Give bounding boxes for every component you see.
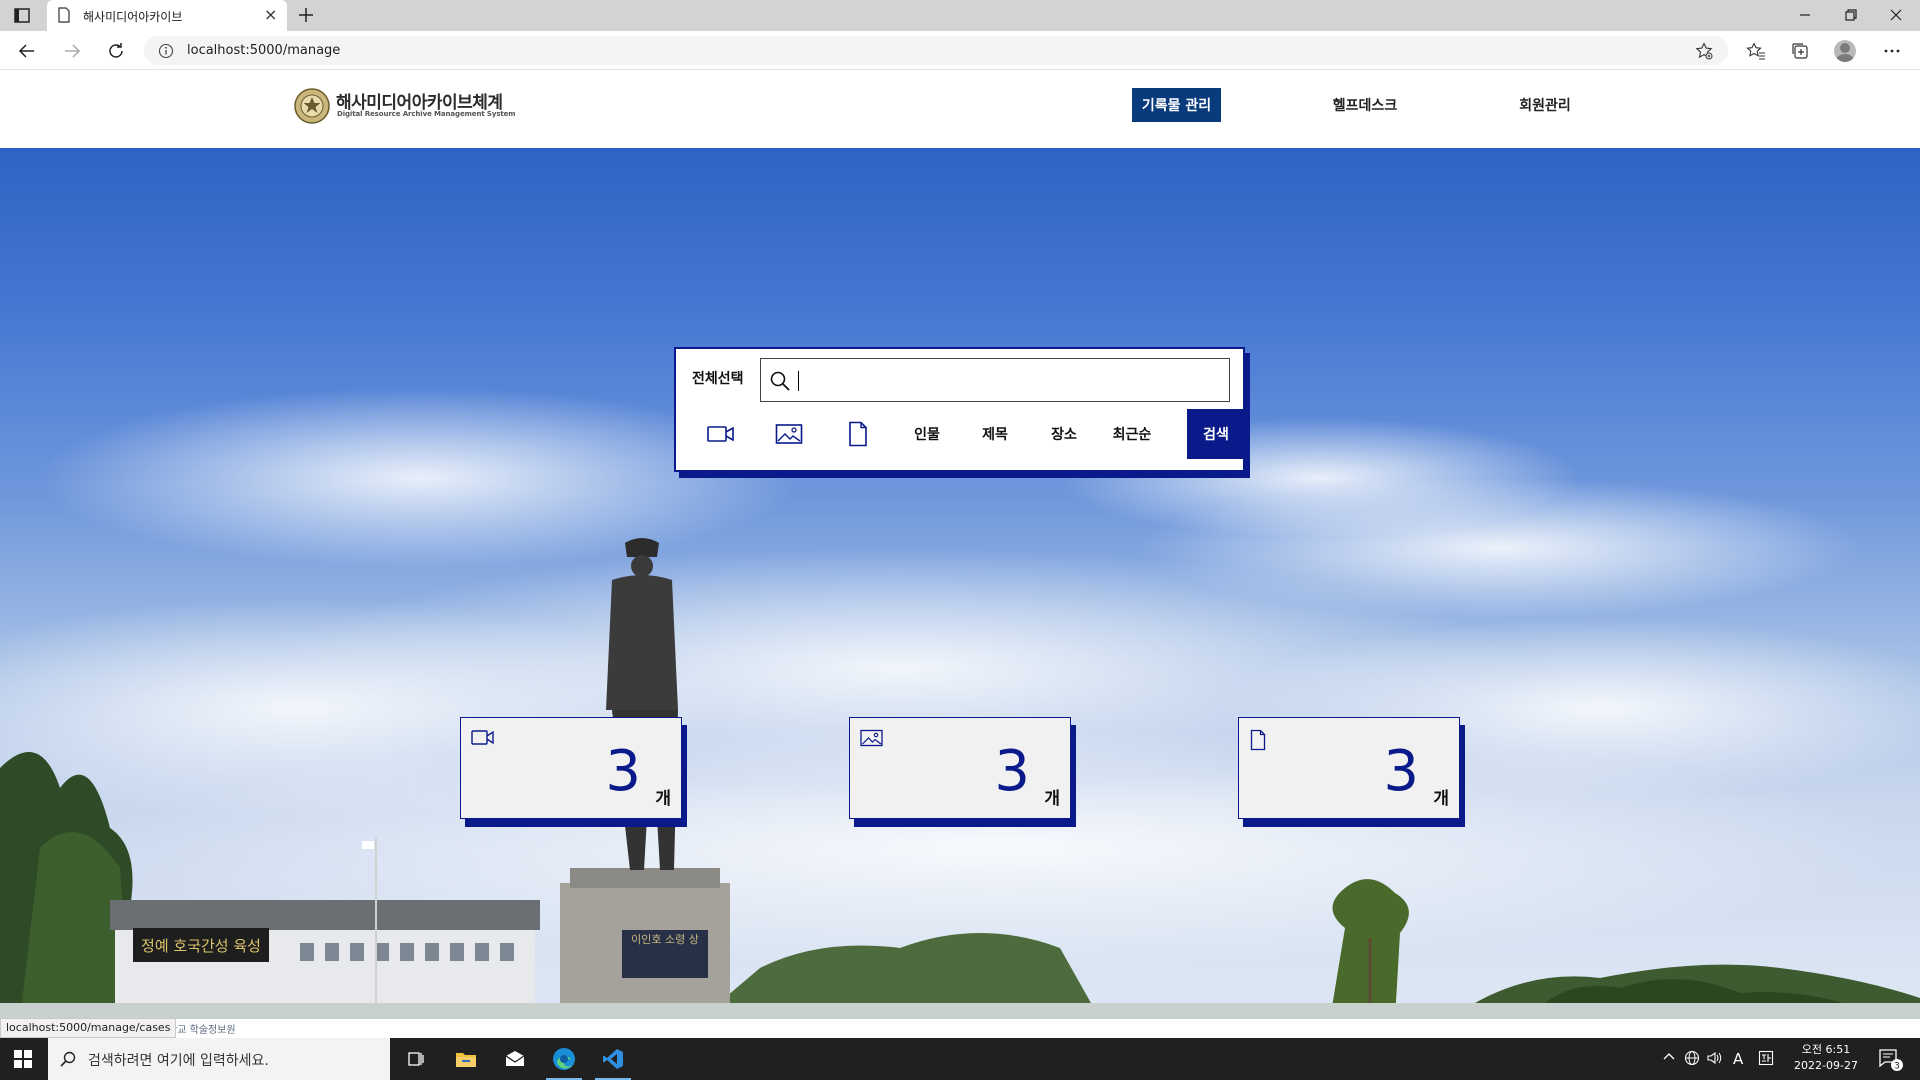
minimize-icon[interactable]: [1795, 5, 1815, 25]
video-icon: [471, 729, 495, 747]
browser-tab[interactable]: 해사미디어아카이브 ×: [47, 0, 287, 31]
document-icon: [847, 421, 869, 447]
new-tab-icon[interactable]: [296, 5, 316, 25]
search-button[interactable]: 검색: [1187, 409, 1245, 459]
document-count: 3: [1383, 739, 1419, 804]
restore-icon[interactable]: [1841, 5, 1861, 25]
campus-scene-image: 정예 호국간성 육성 이인호 소령 상: [0, 388, 1920, 1019]
image-icon: [775, 423, 803, 445]
notification-count: 3: [1894, 1062, 1900, 1072]
image-count-card[interactable]: 3 개: [849, 717, 1071, 819]
filter-person[interactable]: 인물: [898, 409, 956, 459]
reload-icon[interactable]: [106, 41, 126, 61]
clock-time: 오전 6:51: [1801, 1043, 1851, 1056]
favorite-add-icon[interactable]: [1694, 41, 1714, 61]
status-url: localhost:5000/manage/cases: [0, 1018, 177, 1038]
collections-icon[interactable]: [1790, 41, 1810, 61]
document-count-card[interactable]: 3 개: [1238, 717, 1460, 819]
filter-row: 인물 제목 장소 최근순 검색: [692, 409, 1245, 459]
image-icon: [860, 729, 884, 747]
favorites-icon[interactable]: [1746, 41, 1766, 61]
tab-title: 해사미디어아카이브: [83, 10, 183, 24]
filter-location[interactable]: 장소: [1035, 409, 1093, 459]
network-icon[interactable]: [1684, 1050, 1700, 1066]
ime-korean-icon[interactable]: [1758, 1050, 1774, 1066]
tab-actions-icon[interactable]: [12, 7, 34, 25]
search-icon: [60, 1051, 76, 1067]
academy-emblem-icon[interactable]: [293, 87, 331, 125]
menu-records-management[interactable]: 기록물 관리: [1132, 88, 1221, 122]
menu-member-management[interactable]: 회원관리: [1500, 88, 1590, 122]
filter-recent[interactable]: 최근순: [1103, 409, 1161, 459]
back-icon[interactable]: [17, 41, 37, 61]
count-unit: 개: [655, 789, 671, 809]
text-caret: [798, 371, 799, 391]
count-unit: 개: [1433, 789, 1449, 809]
filter-image[interactable]: [760, 409, 818, 459]
page-icon: [57, 7, 71, 23]
address-bar[interactable]: localhost:5000/manage: [144, 36, 1728, 65]
search-input[interactable]: [760, 358, 1230, 402]
notification-center-icon[interactable]: 3: [1878, 1048, 1904, 1072]
image-count: 3: [994, 739, 1030, 804]
ime-mode-indicator[interactable]: A: [1733, 1050, 1743, 1068]
close-window-icon[interactable]: [1886, 5, 1906, 25]
clock-date: 2022-09-27: [1794, 1059, 1858, 1072]
url-text: localhost:5000/manage: [187, 43, 341, 58]
search-icon: [769, 370, 791, 392]
site-header: 해사미디어아카이브체계 Digital Resource Archive Man…: [0, 70, 1920, 148]
taskbar-search-box[interactable]: 검색하려면 여기에 입력하세요.: [48, 1038, 390, 1080]
hero-background: 정예 호국간성 육성 이인호 소령 상 전체선택 인물 제목 장소 최근순 검색…: [0, 148, 1920, 1019]
system-clock[interactable]: 오전 6:51 2022-09-27: [1791, 1042, 1861, 1074]
windows-start-icon[interactable]: [14, 1050, 32, 1068]
video-count-card[interactable]: 3 개: [460, 717, 682, 819]
site-info-icon[interactable]: [158, 43, 174, 59]
edge-browser-icon[interactable]: [540, 1038, 588, 1080]
search-panel: 전체선택 인물 제목 장소 최근순 검색: [674, 347, 1245, 472]
vscode-icon[interactable]: [589, 1038, 637, 1080]
show-hidden-icons[interactable]: [1662, 1050, 1676, 1064]
count-unit: 개: [1044, 789, 1060, 809]
browser-navbar: localhost:5000/manage: [0, 31, 1920, 70]
filter-video[interactable]: [692, 409, 750, 459]
taskbar-search-placeholder: 검색하려면 여기에 입력하세요.: [88, 1053, 269, 1069]
profile-avatar[interactable]: [1834, 40, 1856, 62]
windows-taskbar: 검색하려면 여기에 입력하세요. A 오전 6:51 2022-09-27 3: [0, 1038, 1920, 1080]
more-options-icon[interactable]: [1882, 41, 1902, 61]
mail-icon[interactable]: [491, 1038, 539, 1080]
task-view-icon[interactable]: [392, 1038, 440, 1080]
filter-document[interactable]: [829, 409, 887, 459]
forward-icon[interactable]: [62, 41, 82, 61]
document-icon: [1249, 729, 1267, 751]
file-explorer-icon[interactable]: [442, 1038, 490, 1080]
logo-subtitle: Digital Resource Archive Management Syst…: [337, 110, 516, 118]
statue-plaque: 이인호 소령 상: [631, 933, 699, 946]
browser-tab-bar: 해사미디어아카이브 ×: [0, 0, 1920, 31]
video-icon: [707, 424, 735, 444]
building-sign: 정예 호국간성 육성: [141, 937, 261, 955]
volume-icon[interactable]: [1706, 1050, 1722, 1066]
filter-title[interactable]: 제목: [966, 409, 1024, 459]
video-count: 3: [605, 739, 641, 804]
menu-helpdesk[interactable]: 헬프데스크: [1320, 88, 1410, 122]
tab-close-icon[interactable]: ×: [264, 7, 277, 23]
background-caption: 학교 학술정보원: [168, 1025, 236, 1036]
select-all-toggle[interactable]: 전체선택: [692, 368, 744, 388]
